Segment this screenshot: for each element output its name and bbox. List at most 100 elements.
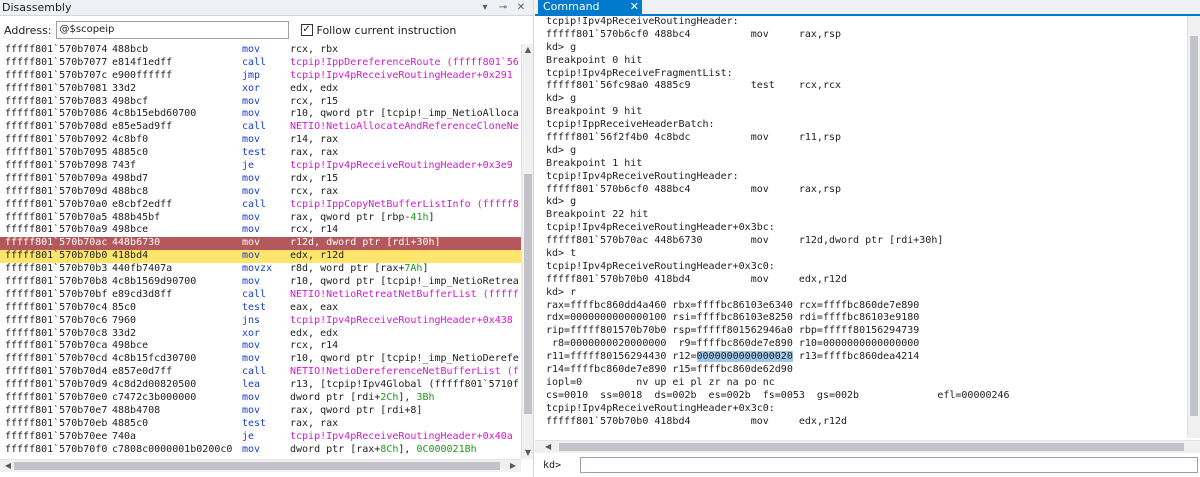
operand-segment: tcpip!Ipv4pReceiveRoutingHeader+0x3e9 [290, 160, 513, 172]
instruction-address: fffff801`570b7077 [5, 56, 108, 68]
disassembly-horizontal-scrollbar[interactable]: ◀ ▶ [0, 459, 521, 472]
scroll-down-icon[interactable]: ▼ [522, 447, 533, 459]
instruction-address: fffff801`570b70e7 [5, 404, 108, 416]
operand-segment: 8Ch [380, 443, 399, 455]
disassembly-row[interactable]: fffff801`570b70c4 85c0 test eax, eax [0, 302, 521, 315]
next-instruction-row[interactable]: fffff801`570b70b0 418bd4 mov edx, r12d [0, 250, 521, 264]
instruction-address: fffff801`570b70e0 [5, 392, 108, 404]
disassembly-row[interactable]: fffff801`570b7074 488bcb mov rcx, rbx [0, 44, 521, 57]
scroll-thumb[interactable] [559, 443, 1184, 451]
command-input[interactable] [580, 457, 1198, 473]
instruction-address: fffff801`570b707c [5, 69, 108, 81]
instruction-mnemonic: movzx [242, 263, 273, 275]
disassembly-row[interactable]: fffff801`570b70c6 7960 jns tcpip!Ipv4pRecei… [0, 315, 521, 328]
command-output[interactable]: tcpip!Ipv4pReceiveRoutingHeader: fffff801… [535, 16, 1187, 438]
current-instruction-row[interactable]: fffff801`570b70ac 448b6730 mov r12d, dword … [0, 237, 521, 251]
disassembly-row[interactable]: fffff801`570b709d 488bc8 mov rcx, rax [0, 186, 521, 199]
disassembly-row[interactable]: fffff801`570b7086 4c8b15ebd60700 mov r10, q… [0, 108, 521, 121]
disassembly-row[interactable]: fffff801`570b7081 33d2 xor edx, edx [0, 83, 521, 96]
disassembly-row[interactable]: fffff801`570b70e7 488b4708 mov rax, qword p… [0, 405, 521, 418]
scroll-left-icon[interactable]: ◀ [2, 460, 14, 472]
command-horizontal-scrollbar[interactable]: ◀ [535, 440, 1200, 453]
disassembly-row[interactable]: fffff801`570b70a0 e8cbf2edff call tcpip!Ipp… [0, 199, 521, 212]
command-output-line: rdx=0000000000000100 rsi=ffffbc86103e825… [535, 312, 1187, 325]
instruction-bytes: 440fb7407a [112, 263, 173, 275]
disassembly-row[interactable]: fffff801`570b7092 4c8bf0 mov r14, rax [0, 134, 521, 147]
instruction-operands: dword ptr [rdi+2Ch], 3Bh [290, 392, 521, 405]
command-vertical-scrollbar[interactable] [1187, 16, 1200, 438]
scroll-right-icon[interactable]: ▶ [507, 460, 519, 472]
scroll-thumb[interactable] [1190, 36, 1198, 416]
instruction-address: fffff801`570b70ee [5, 430, 108, 442]
disassembly-row[interactable]: fffff801`570b70c8 33d2 xor edx, edx [0, 328, 521, 341]
instruction-operands: r14, rax [290, 134, 521, 147]
instruction-mnemonic: mov [242, 172, 261, 184]
instruction-mnemonic: call [242, 198, 267, 210]
disassembly-row[interactable]: fffff801`570b7077 e814f1edff call tcpip!Ipp… [0, 57, 521, 70]
disassembly-row[interactable]: fffff801`570b707c e900ffffff jmp tcpip!Ipv4… [0, 70, 521, 83]
instruction-operands: tcpip!Ipv4pReceiveRoutingHeader+0x40a [290, 431, 521, 444]
disassembly-row[interactable]: fffff801`570b70cd 4c8b15fcd30700 mov r10, q… [0, 353, 521, 366]
tab-command[interactable]: Command ✕ [538, 0, 642, 14]
instruction-operands: rax, qword ptr [rdi+8] [290, 405, 521, 418]
disassembly-row[interactable]: fffff801`570b70d4 e857e0d7ff call NETIO!Net… [0, 366, 521, 379]
disassembly-row[interactable]: fffff801`570b708d e85e5ad9ff call NETIO!Net… [0, 121, 521, 134]
operand-segment: r14, rax [290, 134, 339, 146]
command-output-line: tcpip!Ipv4pReceiveRoutingHeader+0x3c0: [535, 261, 1187, 274]
scroll-left-icon[interactable]: ◀ [545, 441, 551, 453]
disassembly-row[interactable]: fffff801`570b70e0 c7472c3b000000 mov dword … [0, 392, 521, 405]
disassembly-row[interactable]: fffff801`570b70ee 740a je tcpip!Ipv4pReceiv… [0, 431, 521, 444]
operand-segment: NETIO!NetioAllocateAndReferenceCloneNe [290, 121, 519, 133]
disassembly-row[interactable]: fffff801`570b70eb 4885c0 test rax, rax [0, 418, 521, 431]
operand-segment: edx, edx [290, 327, 339, 339]
disassembly-row[interactable]: fffff801`570b70bf e89cd3d8ff call NETIO!Net… [0, 289, 521, 302]
instruction-mnemonic: call [242, 288, 267, 300]
disassembly-row[interactable]: fffff801`570b70a9 498bce mov rcx, r14 [0, 224, 521, 237]
close-icon[interactable]: ✕ [515, 2, 527, 13]
disassembly-row[interactable]: fffff801`570b709a 498bd7 mov rdx, r15 [0, 173, 521, 186]
disassembly-listing[interactable]: fffff801`570b7074 488bcb mov rcx, rbx fffff8… [0, 44, 521, 459]
operand-segment: ], [398, 392, 417, 404]
instruction-address: fffff801`570b70b0 [5, 250, 108, 262]
disassembly-row[interactable]: fffff801`570b70a5 488b45bf mov rax, qword p… [0, 212, 521, 225]
pin-icon[interactable]: ⊸ [497, 2, 509, 13]
instruction-address: fffff801`570b7074 [5, 44, 108, 55]
instruction-address: fffff801`570b70a9 [5, 224, 108, 236]
scroll-thumb[interactable] [14, 462, 500, 470]
instruction-mnemonic: test [242, 147, 267, 159]
instruction-bytes: 33d2 [112, 82, 137, 94]
operand-segment: rcx, r14 [290, 340, 339, 352]
output-text: Breakpoint 1 hit [546, 157, 643, 169]
operand-segment: rax, qword ptr [rdi+8] [290, 404, 423, 416]
scroll-thumb[interactable] [524, 174, 532, 414]
command-output-line: rax=ffffbc860dd4a460 rbx=ffffbc86103e634… [535, 300, 1187, 313]
command-output-line: fffff801`570b70b0 418bd4 mov edx,r12d [535, 274, 1187, 287]
instruction-operands: r10, qword ptr [tcpip!_imp_NetioDerefe [290, 353, 521, 366]
dropdown-icon[interactable]: ▾ [479, 2, 491, 13]
disassembly-row[interactable]: fffff801`570b70b3 440fb7407a movzx r8d, wor… [0, 263, 521, 276]
command-output-line: cs=0010 ss=0018 ds=002b es=002b fs=0053 … [535, 390, 1187, 403]
instruction-mnemonic: jns [242, 314, 261, 326]
disassembly-row[interactable]: fffff801`570b7095 4885c0 test rax, rax [0, 147, 521, 160]
follow-label[interactable]: Follow current instruction [317, 24, 457, 37]
follow-checkbox[interactable]: ✓ [300, 24, 313, 36]
close-icon[interactable]: ✕ [630, 0, 639, 14]
instruction-mnemonic: xor [242, 82, 261, 94]
disassembly-vertical-scrollbar[interactable]: ▲ ▼ [521, 44, 533, 459]
disassembly-row[interactable]: fffff801`570b7083 498bcf mov rcx, r15 [0, 96, 521, 109]
disassembly-row[interactable]: fffff801`570b70d9 4c8d2d00820500 lea r13, [… [0, 379, 521, 392]
disassembly-row[interactable]: fffff801`570b7098 743f je tcpip!Ipv4pReceiv… [0, 160, 521, 173]
command-output-line: fffff801`570b6cf0 488bc4 mov rax,rsp [535, 29, 1187, 42]
scroll-up-icon[interactable]: ▲ [522, 44, 533, 56]
disassembly-row[interactable]: fffff801`570b70ca 498bce mov rcx, r14 [0, 340, 521, 353]
disassembly-row[interactable]: fffff801`570b70f0 c7808c0000001b0200c0 mov… [0, 444, 521, 457]
address-input[interactable]: @$scopeip [55, 21, 289, 39]
output-text: r14=ffffbc860de7e890 r15=ffffbc860de62d9… [546, 364, 793, 376]
output-text: Breakpoint 9 hit [546, 106, 643, 118]
instruction-mnemonic: mov [242, 95, 261, 107]
output-text: fffff801`570b6cf0 488bc4 mov rax,rsp [546, 183, 842, 195]
instruction-bytes: 4885c0 [112, 417, 149, 429]
command-output-line: r8=0000000020000000 r9=ffffbc860de7e890 … [535, 338, 1187, 351]
disassembly-row[interactable]: fffff801`570b70b8 4c8b1569d90700 mov r10, q… [0, 276, 521, 289]
instruction-bytes: 740a [112, 430, 137, 442]
